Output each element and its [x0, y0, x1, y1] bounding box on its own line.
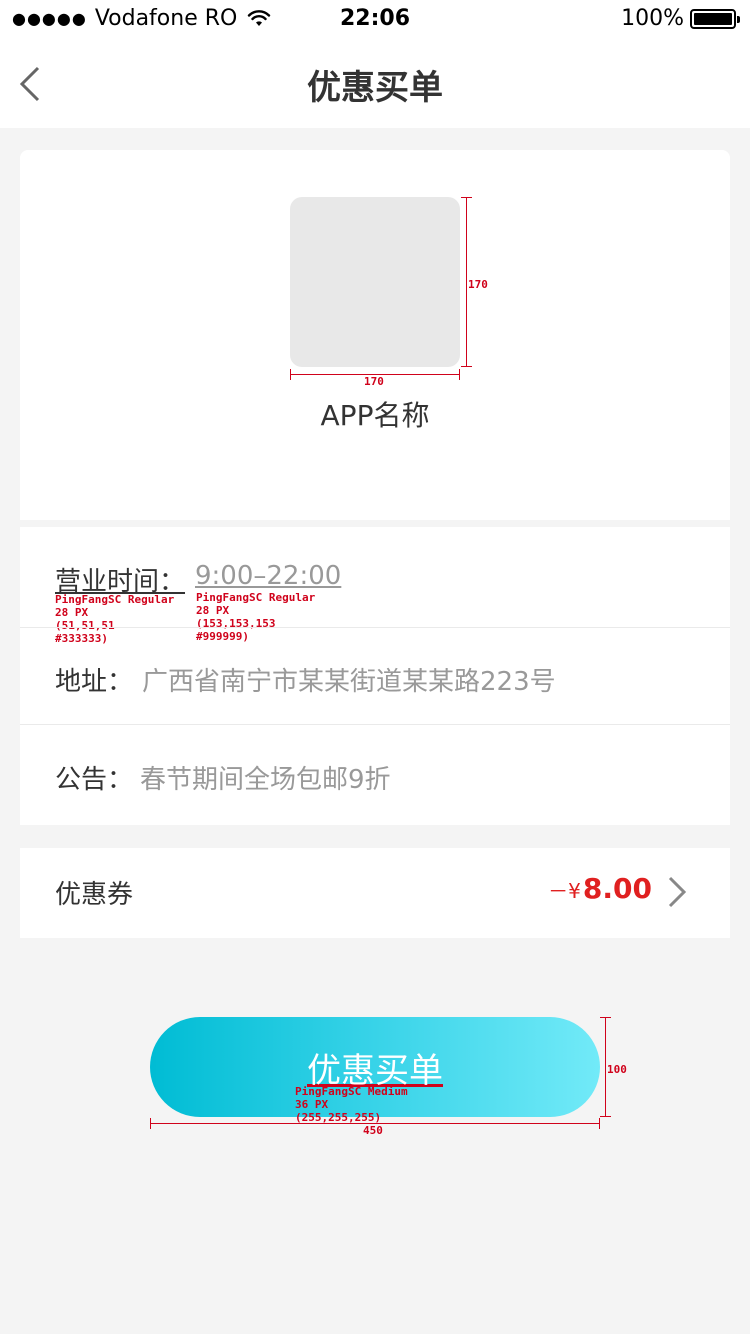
app-icon-placeholder: [290, 197, 460, 367]
notice-value: 春节期间全场包邮9折: [140, 765, 391, 795]
hours-value: 9:00–22:00: [195, 561, 342, 591]
hours-row: 营业时间： 9:00–22:00 PingFangSC Regular 28 P…: [20, 527, 730, 645]
coupon-row[interactable]: 优惠券 －¥8.00: [20, 848, 730, 938]
notice-label: 公告：: [55, 765, 134, 795]
coupon-label: 优惠券: [55, 880, 134, 910]
page-title: 优惠买单: [307, 68, 443, 108]
button-width-label: 450: [363, 1124, 383, 1137]
address-value: 广西省南宁市某某街道某某路223号: [142, 667, 556, 697]
coupon-amount-prefix: －¥: [548, 879, 581, 903]
status-right: 100%: [621, 6, 740, 31]
shop-card: 170 170 APP名称: [20, 150, 730, 520]
app-name: APP名称: [320, 399, 430, 432]
nav-bar: 优惠买单: [0, 40, 750, 128]
notice-row: 公告： 春节期间全场包邮9折: [20, 725, 730, 823]
height-dimension-line: [466, 197, 467, 367]
button-height-dimension-line: [605, 1017, 606, 1117]
address-row: 地址： 广西省南宁市某某街道某某路223号: [20, 627, 730, 725]
coupon-amount-value: 8.00: [582, 872, 652, 905]
chevron-right-icon: [668, 876, 687, 908]
info-card: 营业时间： 9:00–22:00 PingFangSC Regular 28 P…: [20, 527, 730, 825]
coupon-amount: －¥8.00: [548, 872, 652, 905]
icon-width-label: 170: [364, 375, 384, 388]
battery-percent: 100%: [621, 6, 684, 31]
battery-icon: [690, 8, 740, 29]
address-label: 地址：: [55, 667, 134, 697]
status-bar: ●●●●● Vodafone RO 22:06 100%: [0, 0, 750, 40]
icon-height-label: 170: [468, 278, 488, 291]
button-height-label: 100: [607, 1063, 627, 1076]
pay-button-annotation: PingFangSC Medium 36 PX (255,255,255): [295, 1085, 408, 1124]
